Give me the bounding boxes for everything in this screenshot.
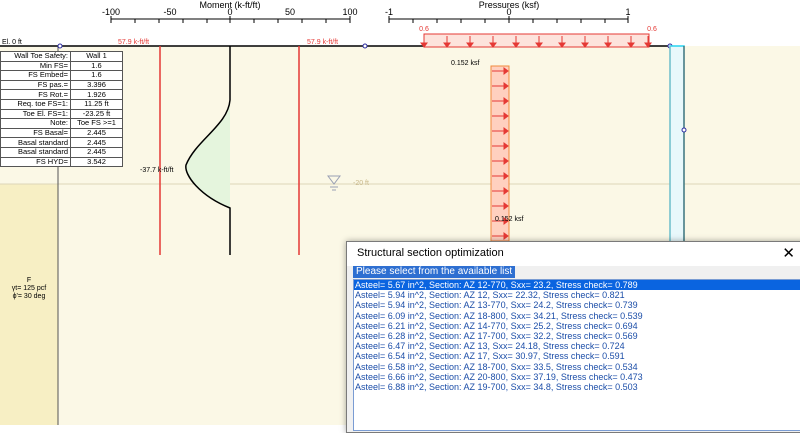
section-list-item[interactable]: Asteel= 5.94 in^2, Section: AZ 12, Sxx= … — [354, 290, 800, 300]
safety-value: 3.396 — [70, 79, 123, 91]
ground-node[interactable] — [362, 43, 368, 49]
top-elevation-label: El. 0 ft — [2, 39, 22, 46]
pressure-top-label: 0.152 ksf — [451, 60, 479, 67]
close-icon[interactable]: ✕ — [782, 244, 795, 262]
safety-label: Wall Toe Safety: — [0, 51, 71, 62]
safety-label: Min FS= — [0, 60, 71, 72]
safety-table-row: Basal standard 2.445 — [0, 137, 123, 148]
safety-value: 2.445 — [70, 137, 123, 148]
pressure-tick-label: 0 — [506, 7, 511, 17]
safety-value: 1.926 — [70, 89, 123, 100]
soil-friction-label: ϕ'= 30 deg — [13, 293, 46, 300]
section-list-item[interactable]: Asteel= 6.47 in^2, Section: AZ 13, Sxx= … — [354, 341, 800, 351]
section-list-item[interactable]: Asteel= 6.66 in^2, Section: AZ 20-800, S… — [354, 372, 800, 382]
moment-limit-label-right: 57.9 k-ft/ft — [307, 39, 338, 46]
ground-node[interactable] — [57, 43, 63, 49]
safety-value: 2.445 — [70, 127, 123, 139]
safety-table-row: FS pas.= 3.396 — [0, 79, 123, 91]
safety-label: FS Basal= — [0, 127, 71, 139]
safety-value: 11.25 ft — [70, 98, 123, 110]
pressure-tick-label: 1 — [625, 7, 630, 17]
safety-table-row: FS Basal= 2.445 — [0, 127, 123, 139]
section-list-box[interactable]: Asteel= 5.67 in^2, Section: AZ 12-770, S… — [353, 279, 800, 431]
safety-table-row: FS HYD= 3.542 — [0, 156, 123, 168]
pressure-bottom-label: 0.152 ksf — [495, 216, 523, 223]
safety-table-row: FS Embed= 1.6 — [0, 70, 123, 81]
soil-unit-weight-label: γt= 125 pcf — [12, 285, 46, 292]
safety-label: Basal standard — [0, 137, 71, 148]
dialog-titlebar[interactable]: Structural section optimization ✕ — [347, 242, 800, 266]
section-list-item[interactable]: Asteel= 6.88 in^2, Section: AZ 19-700, S… — [354, 382, 800, 392]
safety-value: Wall 1 — [70, 51, 123, 62]
soil-name-label: F — [27, 277, 31, 284]
water-level-label: -20 ft — [353, 180, 369, 187]
moment-tick-label: -50 — [163, 7, 176, 17]
safety-value: -23.25 ft — [70, 108, 123, 120]
section-list-item[interactable]: Asteel= 6.09 in^2, Section: AZ 18-800, S… — [354, 311, 800, 321]
safety-label: FS Embed= — [0, 70, 71, 81]
safety-label: Toe El. FS=1: — [0, 108, 71, 120]
section-list-item[interactable]: Asteel= 5.67 in^2, Section: AZ 12-770, S… — [354, 280, 800, 291]
safety-label: Req. toe FS=1: — [0, 98, 71, 110]
safety-table-row: Min FS= 1.6 — [0, 60, 123, 72]
pressure-tick-label: -1 — [385, 7, 393, 17]
moment-tick-label: 0 — [227, 7, 232, 17]
moment-tick-label: 50 — [285, 7, 295, 17]
safety-label: FS HYD= — [0, 156, 71, 168]
safety-label: Basal standard — [0, 146, 71, 158]
dialog-title: Structural section optimization — [357, 247, 504, 259]
safety-table-row: Wall Toe Safety: Wall 1 — [0, 51, 123, 62]
section-list-group-label: Please select from the available list — [353, 266, 516, 278]
wall-node[interactable] — [681, 127, 687, 133]
safety-table-row: Req. toe FS=1: 11.25 ft — [0, 98, 123, 110]
moment-limit-label-left: 57.9 k-ft/ft — [118, 39, 149, 46]
wall-toe-safety-table: Wall Toe Safety: Wall 1 Min FS= 1.6 FS Embed… — [0, 51, 123, 168]
safety-table-row: FS Rot.= 1.926 — [0, 89, 123, 100]
pressure-diagram-fill — [490, 65, 510, 242]
safety-value: 2.445 — [70, 146, 123, 158]
structural-section-optimization-dialog[interactable]: Structural section optimization ✕ Please… — [346, 241, 800, 433]
moment-tick-label: -100 — [102, 7, 120, 17]
safety-table-row: Note: Toe FS >=1 — [0, 118, 123, 129]
max-moment-label: -37.7 k-ft/ft — [140, 167, 174, 174]
section-list-item[interactable]: Asteel= 6.54 in^2, Section: AZ 17, Sxx= … — [354, 351, 800, 361]
safety-value: Toe FS >=1 — [70, 118, 123, 129]
section-list-item[interactable]: Asteel= 6.28 in^2, Section: AZ 17-700, S… — [354, 331, 800, 341]
section-list-item[interactable]: Asteel= 6.21 in^2, Section: AZ 14-770, S… — [354, 321, 800, 331]
safety-value: 3.542 — [70, 156, 123, 168]
safety-label: FS Rot.= — [0, 89, 71, 100]
soil-region-left — [0, 184, 58, 425]
moment-tick-label: 100 — [342, 7, 357, 17]
surcharge-value-left: 0.6 — [419, 26, 429, 33]
safety-label: Note: — [0, 118, 71, 129]
surcharge-value-right: 0.6 — [647, 26, 657, 33]
section-list-item[interactable]: Asteel= 5.94 in^2, Section: AZ 13-770, S… — [354, 300, 800, 310]
section-list-item[interactable]: Asteel= 6.58 in^2, Section: AZ 18-700, S… — [354, 362, 800, 372]
safety-value: 1.6 — [70, 60, 123, 72]
safety-label: FS pas.= — [0, 79, 71, 91]
surcharge-load-box — [423, 33, 650, 48]
safety-table-row: Basal standard 2.445 — [0, 146, 123, 158]
safety-table-row: Toe El. FS=1: -23.25 ft — [0, 108, 123, 120]
safety-value: 1.6 — [70, 70, 123, 81]
